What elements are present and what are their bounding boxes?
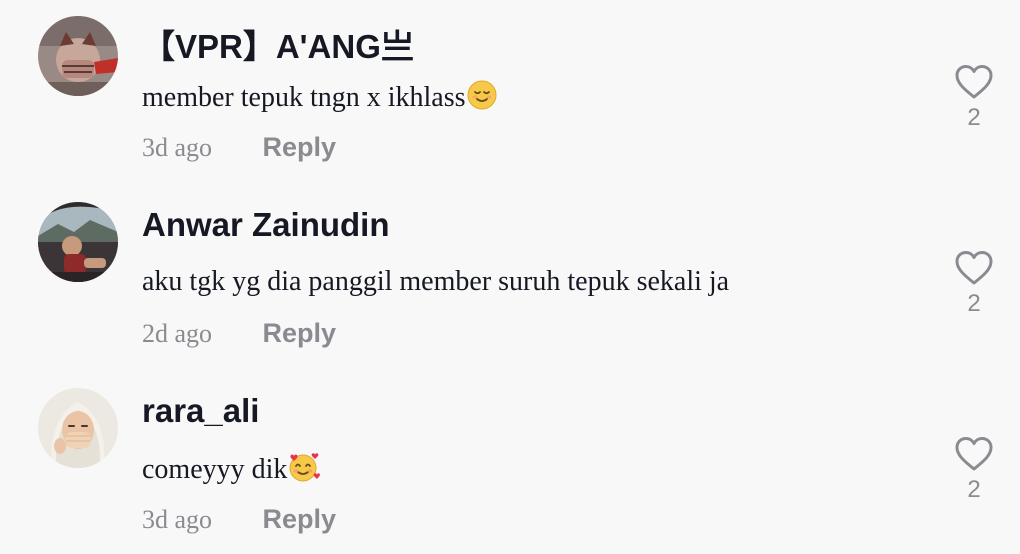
smiling-face-with-hearts-emoji-icon	[288, 452, 321, 490]
username[interactable]: Anwar Zainudin	[142, 206, 390, 244]
timestamp: 2d ago	[142, 318, 213, 348]
heart-icon[interactable]	[955, 64, 993, 100]
comment-text-content: comeyyy dik	[142, 454, 288, 485]
comment-item: 【VPR】A'ANG亗 member tepuk tngn x ikhlass …	[0, 0, 1020, 186]
comment-item: rara_ali comeyyy dik 3d ago Reply 2	[0, 372, 1020, 554]
relieved-face-emoji-icon	[467, 80, 497, 118]
comment-text: aku tgk yg dia panggil member suruh tepu…	[142, 266, 729, 298]
comment-text-content: member tepuk tngn x ikhlass	[142, 82, 466, 113]
masked-person-avatar-icon	[38, 16, 118, 96]
like-control: 2	[952, 436, 996, 504]
avatar[interactable]	[38, 202, 118, 282]
hijab-woman-avatar-icon	[38, 388, 118, 468]
username[interactable]: rara_ali	[142, 392, 259, 430]
reply-button[interactable]: Reply	[263, 504, 337, 535]
person-in-car-avatar-icon	[38, 202, 118, 282]
like-count: 2	[967, 476, 981, 503]
heart-icon[interactable]	[955, 250, 993, 286]
reply-button[interactable]: Reply	[263, 132, 337, 163]
timestamp: 3d ago	[142, 132, 213, 162]
timestamp: 3d ago	[142, 504, 213, 534]
comment-meta: 2d ago Reply	[142, 318, 336, 354]
comment-text-content: aku tgk yg dia panggil member suruh tepu…	[142, 266, 730, 297]
reply-button[interactable]: Reply	[263, 318, 337, 349]
comment-meta: 3d ago Reply	[142, 132, 336, 168]
like-count: 2	[967, 104, 981, 131]
username[interactable]: 【VPR】A'ANG亗	[142, 20, 414, 68]
like-control: 2	[952, 64, 996, 132]
like-control: 2	[952, 250, 996, 318]
comment-list: 【VPR】A'ANG亗 member tepuk tngn x ikhlass …	[0, 0, 1020, 554]
avatar[interactable]	[38, 388, 118, 468]
comment-text: member tepuk tngn x ikhlass	[142, 80, 497, 118]
comment-text: comeyyy dik	[142, 452, 321, 490]
heart-icon[interactable]	[955, 436, 993, 472]
comment-meta: 3d ago Reply	[142, 504, 336, 540]
like-count: 2	[967, 290, 981, 317]
avatar[interactable]	[38, 16, 118, 96]
comment-item: Anwar Zainudin aku tgk yg dia panggil me…	[0, 186, 1020, 372]
